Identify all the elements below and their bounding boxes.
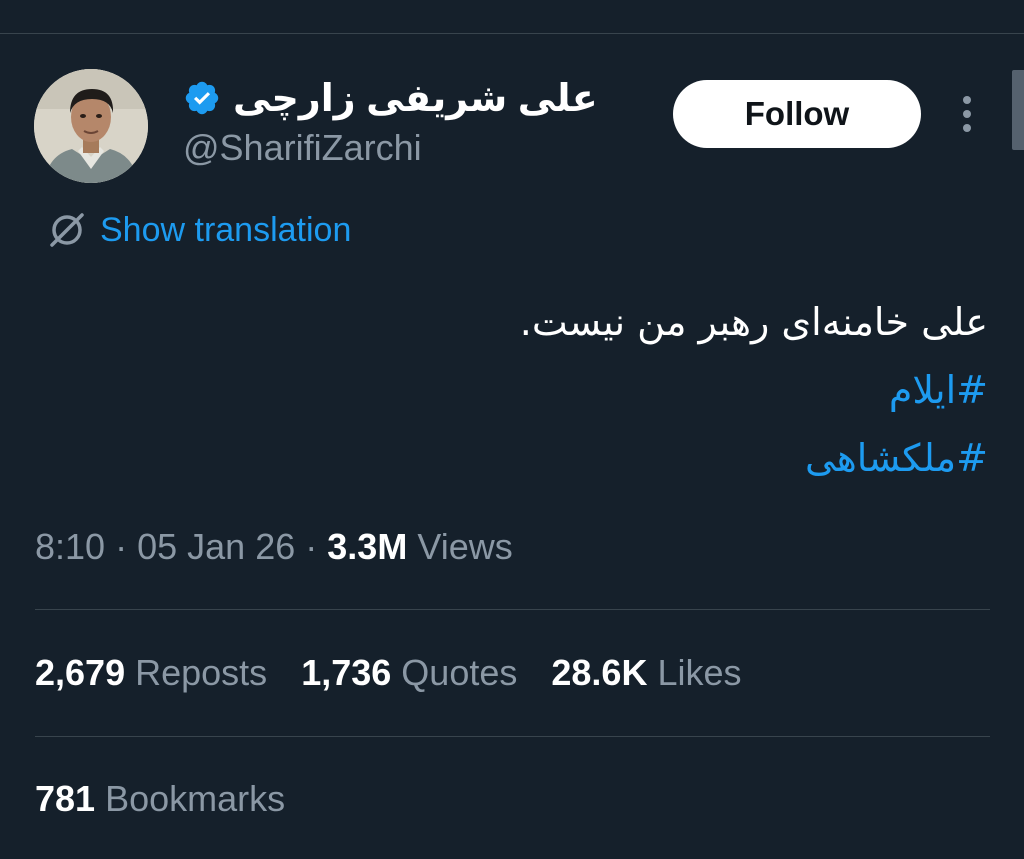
hashtag-link[interactable]: #ایلام (889, 368, 988, 412)
meta-separator: · (115, 526, 128, 567)
author-display-name[interactable]: علی شریفی زارچی (233, 76, 598, 121)
hashtag-link[interactable]: #ملکشاهی (805, 436, 988, 480)
show-translation-link[interactable]: Show translation (46, 205, 351, 255)
meta-separator: · (305, 526, 318, 567)
likes-label: Likes (657, 652, 742, 693)
reposts-stat[interactable]: 2,679 Reposts (35, 652, 267, 694)
divider (35, 609, 990, 610)
follow-button[interactable]: Follow (673, 80, 921, 148)
author-handle[interactable]: @SharifiZarchi (183, 127, 422, 169)
views-label: Views (417, 526, 513, 567)
tweet-date[interactable]: 05 Jan 26 (137, 526, 295, 567)
scrollbar-thumb[interactable] (1012, 70, 1024, 150)
bookmarks-stat[interactable]: 781 Bookmarks (35, 778, 285, 820)
more-vertical-icon (963, 96, 971, 132)
engagement-stats: 2,679 Reposts 1,736 Quotes 28.6K Likes (35, 652, 742, 694)
avatar-photo (34, 69, 148, 183)
top-divider (0, 33, 1024, 34)
bookmarks-label: Bookmarks (105, 778, 286, 819)
show-translation-label[interactable]: Show translation (100, 211, 351, 250)
author-name-row[interactable]: علی شریفی زارچی (183, 72, 598, 124)
bookmarks-count: 781 (35, 778, 96, 819)
reposts-count: 2,679 (35, 652, 126, 693)
more-options-button[interactable] (950, 92, 984, 136)
avatar[interactable] (34, 69, 148, 183)
tweet-detail-view: علی شریفی زارچی @SharifiZarchi Follow Sh… (0, 0, 1024, 859)
quotes-stat[interactable]: 1,736 Quotes (301, 652, 517, 694)
likes-stat[interactable]: 28.6K Likes (551, 652, 741, 694)
quotes-label: Quotes (401, 652, 518, 693)
tweet-time[interactable]: 8:10 (35, 526, 105, 567)
views-count: 3.3M (327, 526, 408, 567)
quotes-count: 1,736 (301, 652, 392, 693)
translate-icon (50, 213, 84, 247)
tweet-meta: 8:10 · 05 Jan 26 · 3.3M Views (35, 526, 513, 568)
verified-badge-icon (185, 81, 219, 115)
tweet-body: علی خامنه‌ای رهبر من نیست. (519, 300, 988, 344)
tweet-text: علی خامنه‌ای رهبر من نیست. #ایلام #ملکشا… (188, 288, 988, 492)
reposts-label: Reposts (135, 652, 268, 693)
divider (35, 736, 990, 737)
likes-count: 28.6K (551, 652, 648, 693)
